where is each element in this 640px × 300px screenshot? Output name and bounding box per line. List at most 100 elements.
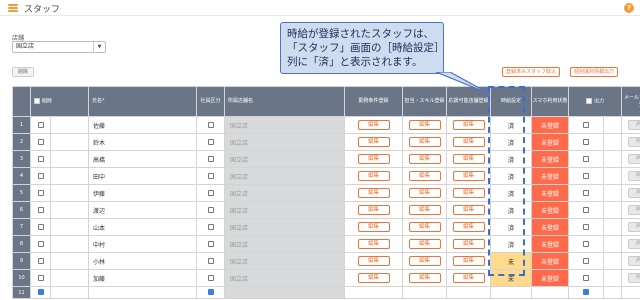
edit-skills-button[interactable]: 編集 xyxy=(408,239,441,249)
staff-name[interactable]: 高橋 xyxy=(88,150,198,168)
mail-reregister-button[interactable]: 再登録 xyxy=(628,239,640,249)
edit-conditions-button[interactable]: 編集 xyxy=(357,205,390,215)
new-row-emp-checkbox[interactable] xyxy=(196,286,226,299)
row-delete-checkbox[interactable] xyxy=(30,184,51,202)
edit-support-store-button[interactable]: 編集 xyxy=(452,188,485,198)
staff-name[interactable]: 伊藤 xyxy=(88,184,198,202)
mail-reregister-button[interactable]: 再登録 xyxy=(628,171,640,181)
staff-name[interactable]: 山本 xyxy=(88,218,198,236)
mail-reregister-button[interactable]: 再登録 xyxy=(628,256,640,266)
staff-id-cell[interactable] xyxy=(49,167,90,185)
mail-reregister-button[interactable]: 再登録 xyxy=(628,205,640,215)
select-all-checkbox[interactable] xyxy=(34,97,40,104)
output-checkbox[interactable] xyxy=(568,150,605,168)
edit-conditions-button[interactable]: 編集 xyxy=(357,137,390,147)
edit-skills-button[interactable]: 編集 xyxy=(408,120,441,130)
export-identification-button[interactable]: 個別識別情報出力 xyxy=(570,67,619,77)
row-delete-checkbox[interactable] xyxy=(30,133,51,151)
emp-type-checkbox[interactable] xyxy=(196,167,226,185)
staff-id-cell[interactable] xyxy=(49,252,90,270)
edit-support-store-button[interactable]: 編集 xyxy=(452,222,485,232)
staff-id-cell[interactable] xyxy=(49,116,90,134)
import-registered-staff-button[interactable]: 登録済みスタッフ取込 xyxy=(502,67,561,77)
staff-name[interactable]: 中村 xyxy=(88,235,198,253)
staff-name[interactable]: 鈴木 xyxy=(88,133,198,151)
mail-reregister-button[interactable]: 再登録 xyxy=(628,222,640,232)
emp-type-checkbox[interactable] xyxy=(196,252,226,270)
output-checkbox[interactable] xyxy=(568,252,605,270)
staff-id-cell[interactable] xyxy=(49,269,90,287)
new-row-checkbox[interactable] xyxy=(30,286,51,299)
output-checkbox[interactable] xyxy=(568,184,605,202)
staff-name[interactable]: 小林 xyxy=(88,252,198,270)
output-all-checkbox[interactable] xyxy=(586,97,593,104)
emp-type-checkbox[interactable] xyxy=(196,133,226,151)
staff-name[interactable]: 加藤 xyxy=(88,269,198,287)
edit-skills-button[interactable]: 編集 xyxy=(408,171,441,181)
staff-id-cell[interactable] xyxy=(49,218,90,236)
emp-type-checkbox[interactable] xyxy=(196,116,226,134)
edit-skills-button[interactable]: 編集 xyxy=(408,273,441,283)
row-delete-checkbox[interactable] xyxy=(30,269,51,287)
row-delete-checkbox[interactable] xyxy=(30,201,51,219)
edit-conditions-button[interactable]: 編集 xyxy=(357,120,390,130)
emp-type-checkbox[interactable] xyxy=(196,218,226,236)
output-checkbox[interactable] xyxy=(568,235,605,253)
staff-name[interactable]: 佐藤 xyxy=(88,116,198,134)
row-delete-checkbox[interactable] xyxy=(30,116,51,134)
output-checkbox[interactable] xyxy=(568,269,605,287)
staff-id-cell[interactable] xyxy=(49,201,90,219)
edit-skills-button[interactable]: 編集 xyxy=(408,154,441,164)
edit-conditions-button[interactable]: 編集 xyxy=(357,222,390,232)
mail-reregister-button[interactable]: 再登録 xyxy=(628,120,640,130)
edit-conditions-button[interactable]: 編集 xyxy=(357,256,390,266)
edit-conditions-button[interactable]: 編集 xyxy=(357,171,390,181)
store-select[interactable]: 国立店 ▼ xyxy=(12,41,106,53)
hamburger-menu-icon[interactable] xyxy=(8,4,18,12)
mail-reregister-button[interactable]: 再登録 xyxy=(628,188,640,198)
edit-support-store-button[interactable]: 編集 xyxy=(452,205,485,215)
output-checkbox[interactable] xyxy=(568,201,605,219)
edit-conditions-button[interactable]: 編集 xyxy=(357,154,390,164)
edit-conditions-button[interactable]: 編集 xyxy=(357,188,390,198)
staff-id-cell[interactable] xyxy=(49,133,90,151)
edit-support-store-button[interactable]: 編集 xyxy=(452,154,485,164)
row-delete-checkbox[interactable] xyxy=(30,252,51,270)
edit-conditions-button[interactable]: 編集 xyxy=(357,239,390,249)
staff-id-cell[interactable] xyxy=(49,235,90,253)
edit-skills-button[interactable]: 編集 xyxy=(408,205,441,215)
help-icon[interactable]: ? xyxy=(624,3,634,13)
edit-conditions-button[interactable]: 編集 xyxy=(357,273,390,283)
emp-type-checkbox[interactable] xyxy=(196,150,226,168)
edit-support-store-button[interactable]: 編集 xyxy=(452,120,485,130)
emp-type-checkbox[interactable] xyxy=(196,235,226,253)
output-checkbox[interactable] xyxy=(568,218,605,236)
emp-type-checkbox[interactable] xyxy=(196,269,226,287)
edit-support-store-button[interactable]: 編集 xyxy=(452,273,485,283)
edit-support-store-button[interactable]: 編集 xyxy=(452,239,485,249)
row-delete-checkbox[interactable] xyxy=(30,235,51,253)
staff-id-cell[interactable] xyxy=(49,184,90,202)
mail-reregister-button[interactable]: 再登録 xyxy=(628,154,640,164)
output-checkbox[interactable] xyxy=(568,167,605,185)
edit-skills-button[interactable]: 編集 xyxy=(408,256,441,266)
edit-skills-button[interactable]: 編集 xyxy=(408,222,441,232)
output-checkbox[interactable] xyxy=(568,116,605,134)
edit-support-store-button[interactable]: 編集 xyxy=(452,256,485,266)
mail-reregister-button[interactable]: 再登録 xyxy=(628,137,640,147)
edit-skills-button[interactable]: 編集 xyxy=(408,188,441,198)
staff-name[interactable]: 渡辺 xyxy=(88,201,198,219)
emp-type-checkbox[interactable] xyxy=(196,184,226,202)
edit-support-store-button[interactable]: 編集 xyxy=(452,171,485,181)
delete-button[interactable]: 削除 xyxy=(12,67,34,77)
edit-skills-button[interactable]: 編集 xyxy=(408,137,441,147)
row-delete-checkbox[interactable] xyxy=(30,150,51,168)
emp-type-checkbox[interactable] xyxy=(196,201,226,219)
new-row-output-checkbox[interactable] xyxy=(568,286,605,299)
output-checkbox[interactable] xyxy=(568,133,605,151)
row-delete-checkbox[interactable] xyxy=(30,218,51,236)
row-delete-checkbox[interactable] xyxy=(30,167,51,185)
chevron-down-icon[interactable]: ▼ xyxy=(93,42,105,52)
staff-name[interactable]: 田中 xyxy=(88,167,198,185)
mail-reregister-button[interactable]: 再登録 xyxy=(628,273,640,283)
